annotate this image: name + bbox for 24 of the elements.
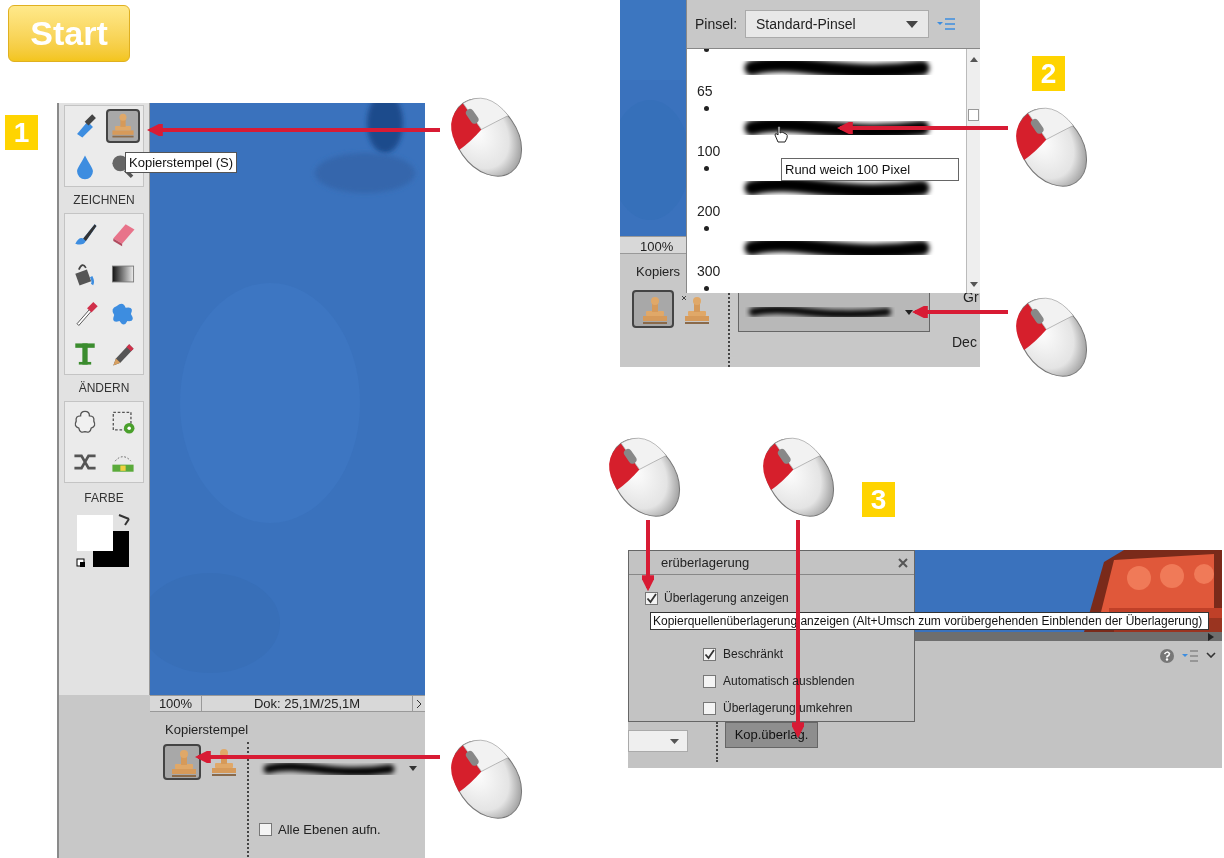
step-badge: 3 bbox=[862, 482, 895, 517]
options-title: Kopierstempel bbox=[165, 721, 249, 739]
step-badge: 1 bbox=[5, 115, 38, 150]
checkbox-label: Alle Ebenen aufn. bbox=[278, 821, 381, 839]
field-label: Pinsel: bbox=[695, 14, 738, 34]
section-label: ZEICHNEN bbox=[73, 192, 135, 209]
section-label: FARBE bbox=[84, 490, 124, 507]
checkbox-label: Beschränkt bbox=[723, 646, 784, 663]
document-size: Dok: 25,1M/25,1M bbox=[202, 696, 413, 711]
panel-title: erüberlagerung bbox=[661, 553, 750, 572]
step-badge: 2 bbox=[1032, 56, 1065, 91]
tooltip: Kopierquellenüberlagerung anzeigen (Alt+Umsch zum vorübergehenden Einblenden der Überlagerung) bbox=[650, 612, 1210, 630]
section-label: ÄNDERN bbox=[78, 380, 130, 397]
zoom-level: 100% bbox=[640, 238, 674, 256]
options-title: Kopiers bbox=[636, 263, 681, 281]
brush-size: 100 bbox=[697, 142, 721, 161]
checkbox-label: Überlagerung anzeigen bbox=[664, 590, 789, 607]
brush-size: 65 bbox=[697, 82, 713, 101]
tooltip: Kopierstempel (S) bbox=[125, 152, 238, 173]
zoom-level: 100% bbox=[150, 696, 202, 711]
brush-size: 200 bbox=[697, 202, 721, 221]
opacity-label: Dec bbox=[952, 333, 977, 352]
brush-size: 300 bbox=[697, 262, 721, 281]
tooltip: Rund weich 100 Pixel bbox=[781, 158, 959, 181]
